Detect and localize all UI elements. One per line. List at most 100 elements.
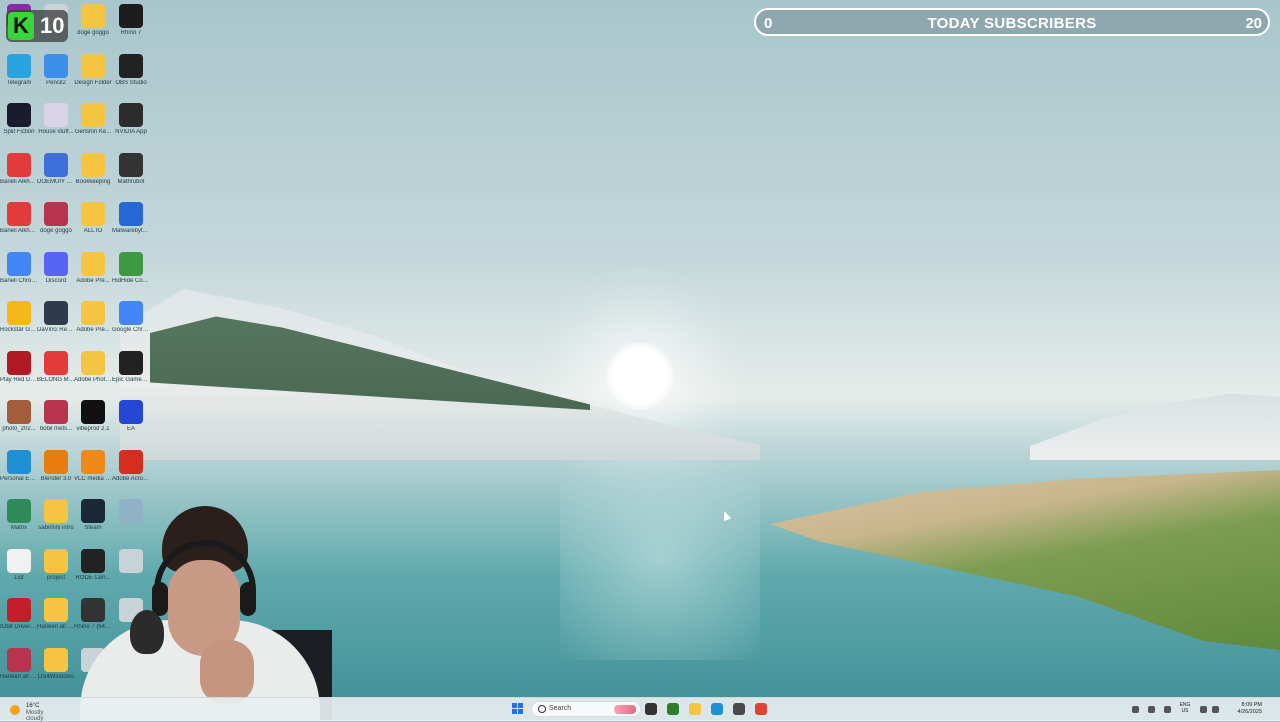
app-icon xyxy=(7,400,31,424)
headset-earcup-left xyxy=(152,582,168,616)
app-icon xyxy=(44,350,68,375)
desktop-icon[interactable]: doge goggo xyxy=(37,200,75,248)
app-icon xyxy=(119,103,143,127)
desktop-icon[interactable]: Epic Games Launcher xyxy=(112,349,150,397)
app-icon xyxy=(119,251,143,276)
desktop-icon-label: Baneli Alkhayri Bu... xyxy=(0,178,38,185)
desktop-icon[interactable]: Baneli Alkhayri_Bu... xyxy=(0,200,38,248)
desktop-icon[interactable]: Rhino 7 xyxy=(112,2,150,50)
desktop-icon[interactable]: Adobe Pre... xyxy=(74,250,112,298)
desktop-icon[interactable]: bobil mets... xyxy=(37,398,75,446)
desktop-icon[interactable]: BELONG M Alkhayri Bu... xyxy=(37,349,75,397)
file-explorer-icon[interactable] xyxy=(689,703,701,715)
desktop-icon[interactable]: Discord xyxy=(37,250,75,298)
desktop-icon-label: Play Red Dead Rede... xyxy=(0,376,38,383)
desktop-icon[interactable]: Rockstar Games ... xyxy=(0,299,38,347)
xbox-icon[interactable] xyxy=(667,703,679,715)
language-indicator[interactable]: ENG US xyxy=(1176,702,1194,714)
app-icon xyxy=(81,103,105,127)
app-icon xyxy=(7,548,31,573)
desktop-icon[interactable]: Split Fiction xyxy=(0,101,38,149)
desktop-icon-label: Rhino 7 xyxy=(120,30,142,36)
desktop-icon[interactable]: OBS Studio xyxy=(112,52,150,100)
desktop-icon[interactable]: Baneli Alkhayri Bu... xyxy=(0,151,38,199)
desktop-icon[interactable]: VLC media player xyxy=(74,448,112,496)
clock[interactable]: 8:09 PM 4/26/2025 xyxy=(1226,702,1262,716)
desktop-icon[interactable]: DOEMUIY Manager xyxy=(37,151,75,199)
desktop-icon[interactable]: Play Red Dead Rede... xyxy=(0,349,38,397)
desktop-icon-label: doge goggo xyxy=(77,30,109,36)
desktop-icon[interactable]: List xyxy=(0,547,38,595)
chevron-up-icon[interactable] xyxy=(1132,706,1139,713)
desktop-icon[interactable]: HidHide Configurat... xyxy=(112,250,150,298)
wifi-icon[interactable] xyxy=(1200,706,1207,713)
desktop-icon[interactable]: IObit Driver Booster xyxy=(0,596,38,644)
desktop-icon-label: BELONG M Alkhayri Bu... xyxy=(37,376,75,383)
desktop-icon[interactable]: Adobe Acrobat xyxy=(112,448,150,496)
app-icon xyxy=(44,400,68,424)
desktop-icon[interactable]: Blender 3.0 xyxy=(37,448,75,496)
desktop-icon[interactable]: Adobe Pre... xyxy=(74,299,112,347)
wallpaper-hill-right xyxy=(1030,393,1280,460)
desktop-icon-label: VLC media player xyxy=(74,475,112,482)
desktop-icon[interactable]: DaVinci Resolve xyxy=(37,299,75,347)
desktop-icon[interactable]: Haneen all designs ... xyxy=(0,646,38,694)
tray-app-icon[interactable] xyxy=(1164,706,1171,713)
tray-app-icon[interactable] xyxy=(1148,706,1155,713)
desktop-icon[interactable]: Mathrubot xyxy=(112,151,150,199)
desktop-icon-label: Adobe Photo... xyxy=(74,376,112,383)
desktop-icon[interactable]: Baneli Chrome xyxy=(0,250,38,298)
desktop-icon-label: photo_202... xyxy=(2,426,36,432)
task-view-icon[interactable] xyxy=(645,703,657,715)
desktop-icon-label: ALL IO xyxy=(83,228,103,234)
desktop-icon[interactable]: Google Chrome xyxy=(112,299,150,347)
app-icon xyxy=(81,251,105,276)
desktop-icon-label: Adobe Pre... xyxy=(76,327,110,333)
app-icon xyxy=(81,152,105,177)
app-icon xyxy=(7,152,31,177)
desktop-icon-label: Discord xyxy=(45,277,67,284)
desktop-icon[interactable]: photo_202... xyxy=(0,398,38,446)
desktop-icon-label: List xyxy=(14,574,24,581)
desktop-icon[interactable]: EA xyxy=(112,398,150,446)
desktop-icon[interactable]: ALL IO xyxy=(74,200,112,248)
desktop-icon-label: IObit Driver Booster xyxy=(0,624,38,630)
app-icon xyxy=(119,152,143,177)
desktop-icon-label: Mathrubot xyxy=(117,178,145,185)
chrome-icon[interactable] xyxy=(755,703,767,715)
desktop-icon-label: Baneli Alkhayri_Bu... xyxy=(0,228,38,234)
weather-widget[interactable]: 16°C Mostly cloudy xyxy=(8,702,48,722)
edge-icon[interactable] xyxy=(711,703,723,715)
desktop-icon[interactable]: Personal Edge xyxy=(0,448,38,496)
desktop-icon[interactable]: NVIDIA App xyxy=(112,101,150,149)
app-icon xyxy=(7,449,31,474)
windows-logo-tile xyxy=(518,703,523,708)
desktop-icon[interactable]: vibeprod 2.1 xyxy=(74,398,112,446)
desktop-icon[interactable]: Design Folder xyxy=(74,52,112,100)
desktop-icon-label: Blender 3.0 xyxy=(40,475,72,482)
desktop-icon-label: Design Folder xyxy=(74,79,112,86)
desktop-icon[interactable]: Adobe Photo... xyxy=(74,349,112,397)
desktop-icon[interactable]: Telegram xyxy=(0,52,38,100)
calculator-icon[interactable] xyxy=(733,703,745,715)
desktop-icon[interactable]: Genshin Ke... xyxy=(74,101,112,149)
volume-icon[interactable] xyxy=(1212,706,1219,713)
desktop-icon-label: Baneli Chrome xyxy=(0,277,38,284)
subscriber-counter-title: TODAY SUBSCRIBERS xyxy=(927,15,1097,32)
search-highlight-icon xyxy=(614,705,636,714)
app-icon xyxy=(81,400,105,424)
desktop-icon-label: Rockstar Games ... xyxy=(0,327,38,333)
desktop-icon[interactable]: doge goggo xyxy=(74,2,112,50)
desktop-icon-label: Pencil2 xyxy=(46,79,66,86)
desktop-icon[interactable]: House stuff... xyxy=(37,101,75,149)
taskbar-search-box[interactable]: Search xyxy=(531,701,641,717)
desktop-icon-label: Personal Edge xyxy=(0,475,38,482)
weather-temperature: 16°C xyxy=(26,703,40,709)
app-icon xyxy=(119,350,143,375)
desktop-icon[interactable]: Pencil2 xyxy=(37,52,75,100)
desktop-icon[interactable]: Bookkeeping xyxy=(74,151,112,199)
desktop-icon[interactable]: Matrix xyxy=(0,497,38,545)
start-button[interactable] xyxy=(512,703,524,715)
clock-time: 8:09 PM xyxy=(1241,702,1262,708)
desktop-icon[interactable]: Malwarebyt... Windows F... xyxy=(112,200,150,248)
